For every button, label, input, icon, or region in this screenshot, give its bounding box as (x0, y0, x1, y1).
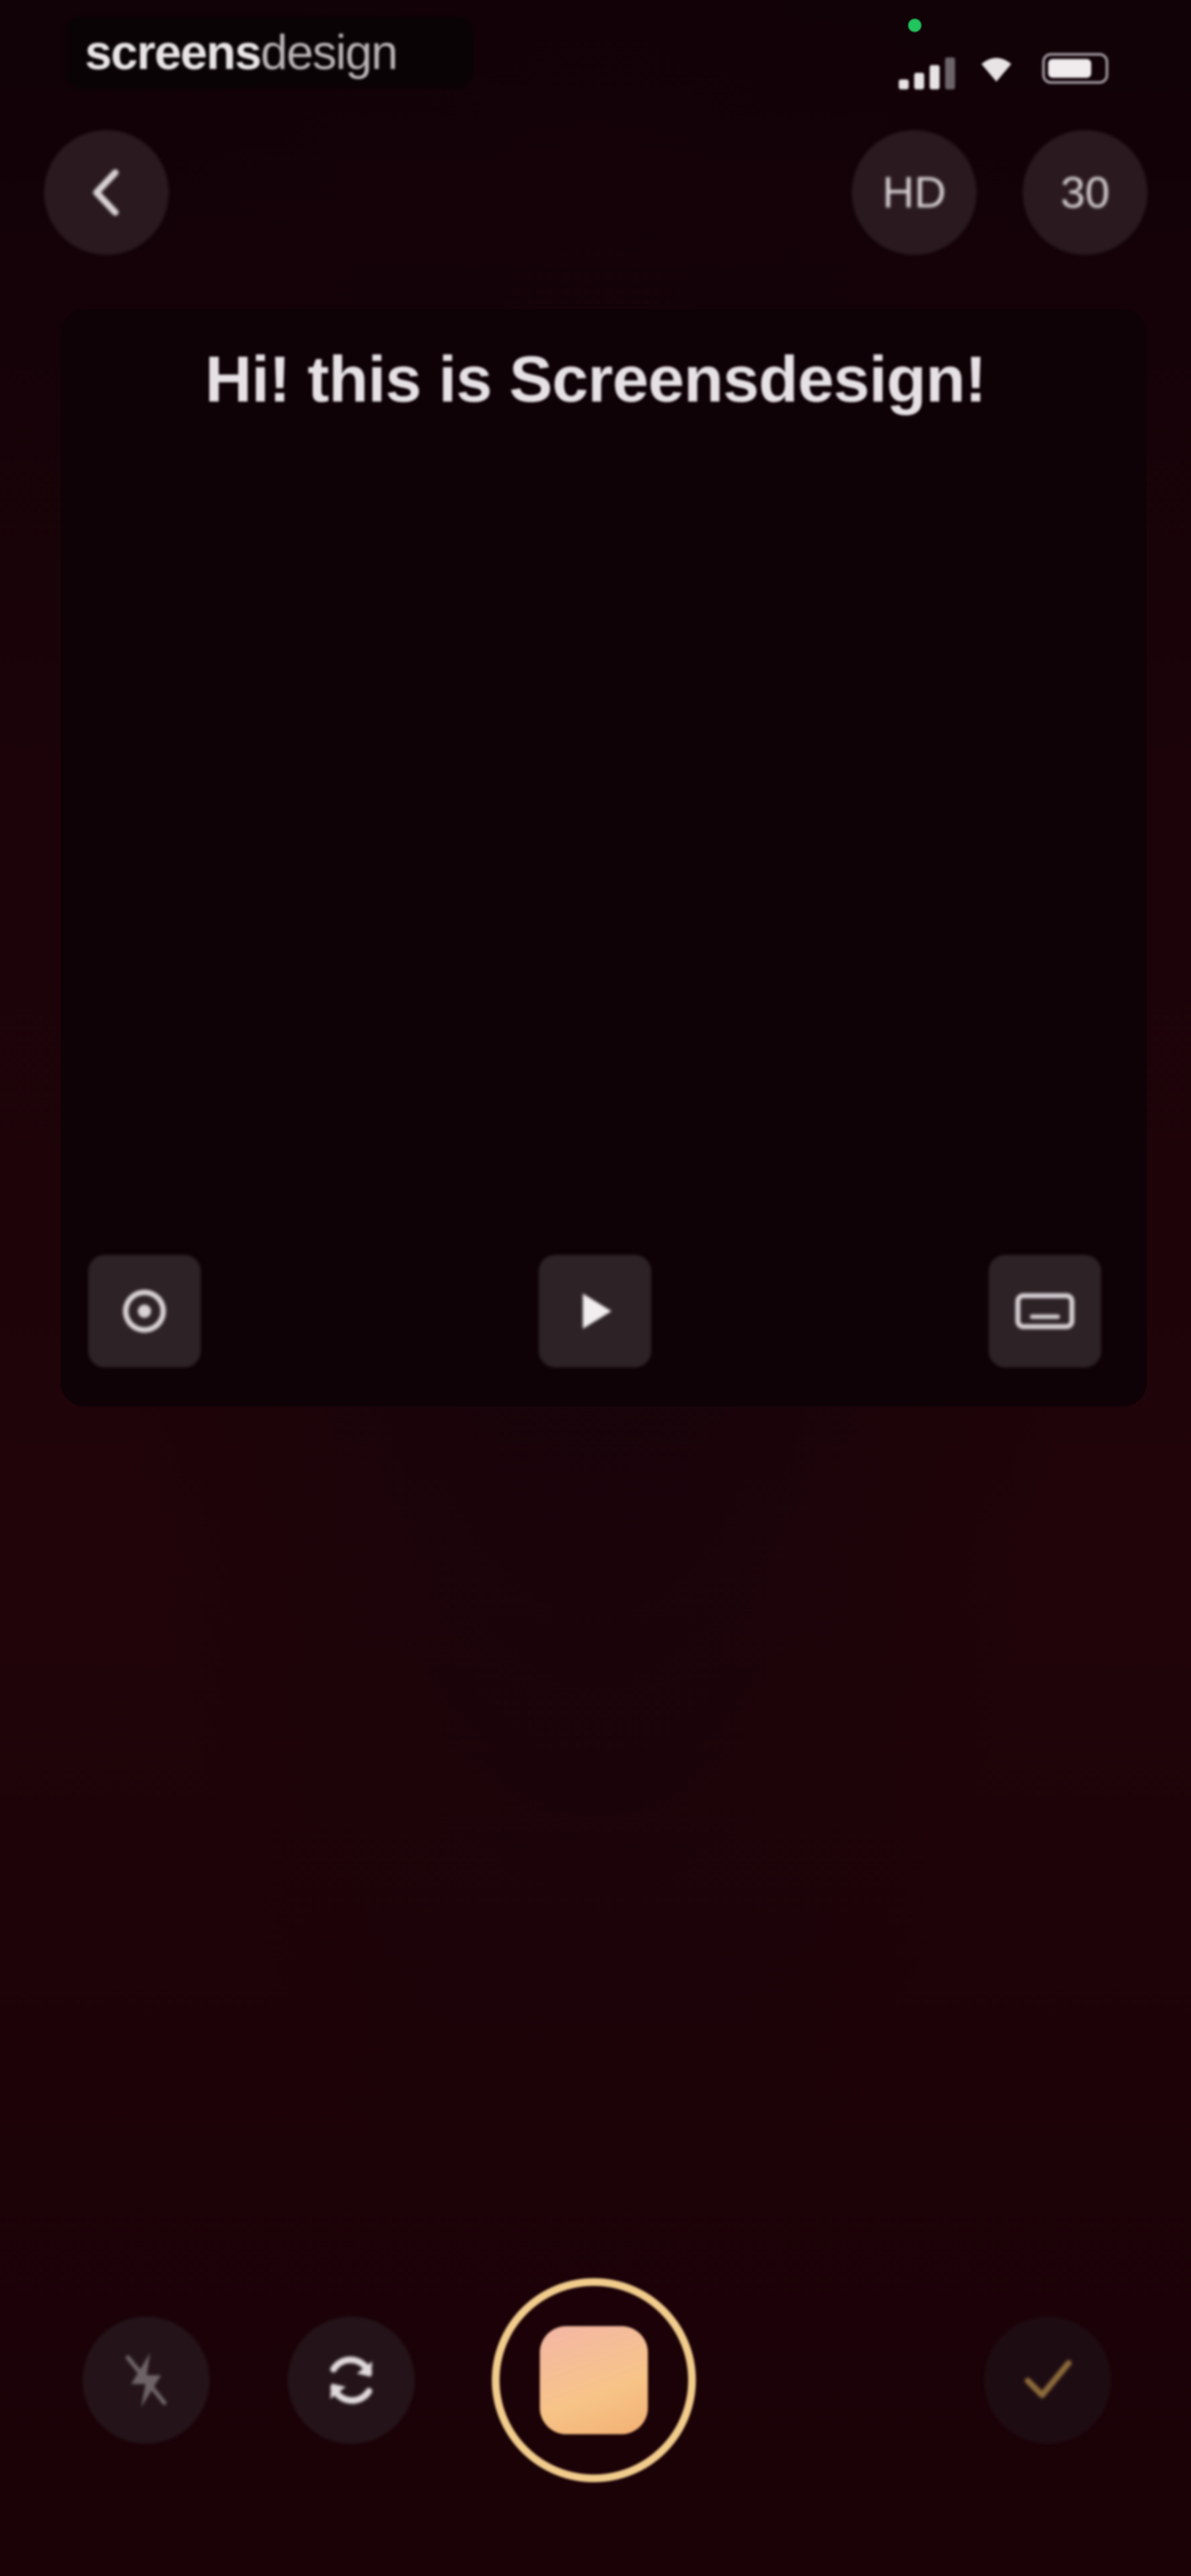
brand-watermark: screens design (65, 17, 473, 88)
camera-flip-icon (330, 2356, 372, 2404)
camera-indicator-dot (908, 19, 921, 32)
teleprompter-text: Hi! this is Screensdesign! (205, 343, 987, 416)
keyboard-icon (1015, 1293, 1075, 1329)
flash-off-icon (126, 2353, 167, 2407)
play-icon (583, 1294, 611, 1329)
record-icon (540, 2326, 648, 2434)
cellular-signal-icon (899, 51, 959, 89)
battery-icon (1042, 53, 1108, 84)
header-title-obscured (474, 165, 717, 210)
flip-camera-button[interactable] (288, 2317, 415, 2444)
flash-button[interactable] (83, 2317, 210, 2444)
prompter-settings-button[interactable] (88, 1255, 201, 1367)
settings-icon (123, 1290, 166, 1333)
frame-rate-button[interactable]: 30 (1023, 130, 1147, 255)
brand-bold: screens (85, 25, 262, 79)
brand-light: design (260, 25, 398, 79)
fps-label: 30 (1060, 168, 1110, 217)
quality-hd-button[interactable]: HD (852, 130, 977, 255)
record-button[interactable] (492, 2278, 696, 2482)
checkmark-icon (1024, 2360, 1072, 2398)
teleprompter-panel (61, 309, 1147, 1407)
hd-label: HD (882, 168, 946, 217)
done-button[interactable] (984, 2317, 1111, 2444)
back-button[interactable] (44, 130, 169, 255)
chevron-left-icon (93, 169, 119, 216)
play-button[interactable] (539, 1255, 651, 1367)
wifi-icon (977, 51, 1016, 84)
keyboard-button[interactable] (989, 1255, 1101, 1367)
